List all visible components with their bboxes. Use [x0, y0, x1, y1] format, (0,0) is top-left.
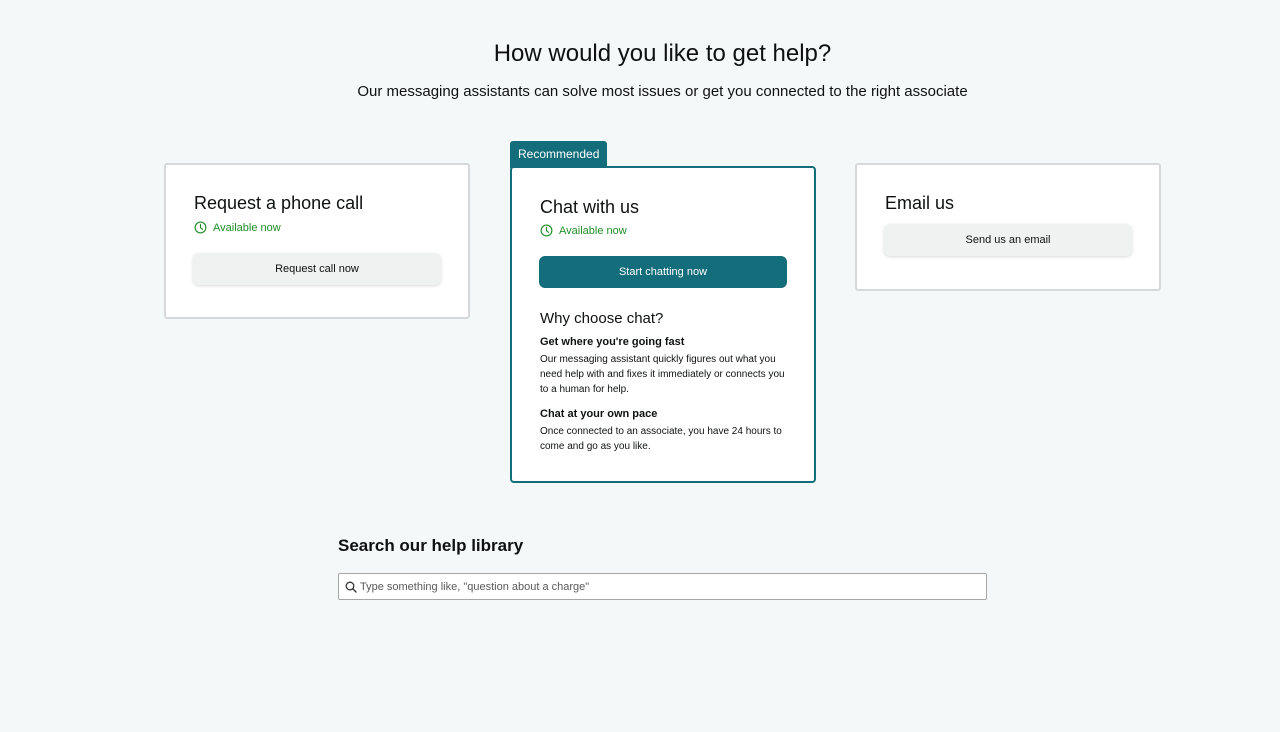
clock-icon [194, 221, 207, 234]
reason-title: Chat at your own pace [540, 408, 658, 420]
search-heading: Search our help library [338, 536, 524, 555]
send-email-button[interactable]: Send us an email [884, 224, 1132, 256]
search-icon [345, 581, 357, 593]
email-card: Email us Send us an email [855, 163, 1161, 291]
reason-text: Once connected to an associate, you have… [540, 426, 782, 452]
chat-card-title: Chat with us [540, 197, 640, 217]
request-call-button[interactable]: Request call now [193, 253, 441, 285]
phone-availability: Available now [194, 221, 281, 234]
start-chat-button[interactable]: Start chatting now [539, 256, 787, 288]
recommended-badge: Recommended [510, 141, 608, 168]
clock-icon [540, 224, 553, 237]
chat-availability-label: Available now [559, 224, 627, 237]
why-choose-chat-heading: Why choose chat? [540, 310, 664, 327]
search-box[interactable] [338, 573, 987, 600]
phone-call-card: Request a phone call Available now Reque… [164, 163, 470, 319]
chat-availability: Available now [540, 224, 627, 237]
reason-text: Our messaging assistant quickly figures … [540, 354, 785, 395]
search-input[interactable] [360, 575, 986, 598]
phone-card-title: Request a phone call [194, 193, 364, 213]
chat-card: Chat with us Available now Start chattin… [510, 166, 816, 483]
phone-availability-label: Available now [213, 221, 281, 234]
page-title: How would you like to get help? [493, 40, 832, 67]
email-card-title: Email us [885, 193, 955, 213]
page-subtitle: Our messaging assistants can solve most … [357, 83, 968, 100]
reason-title: Get where you're going fast [540, 336, 685, 348]
